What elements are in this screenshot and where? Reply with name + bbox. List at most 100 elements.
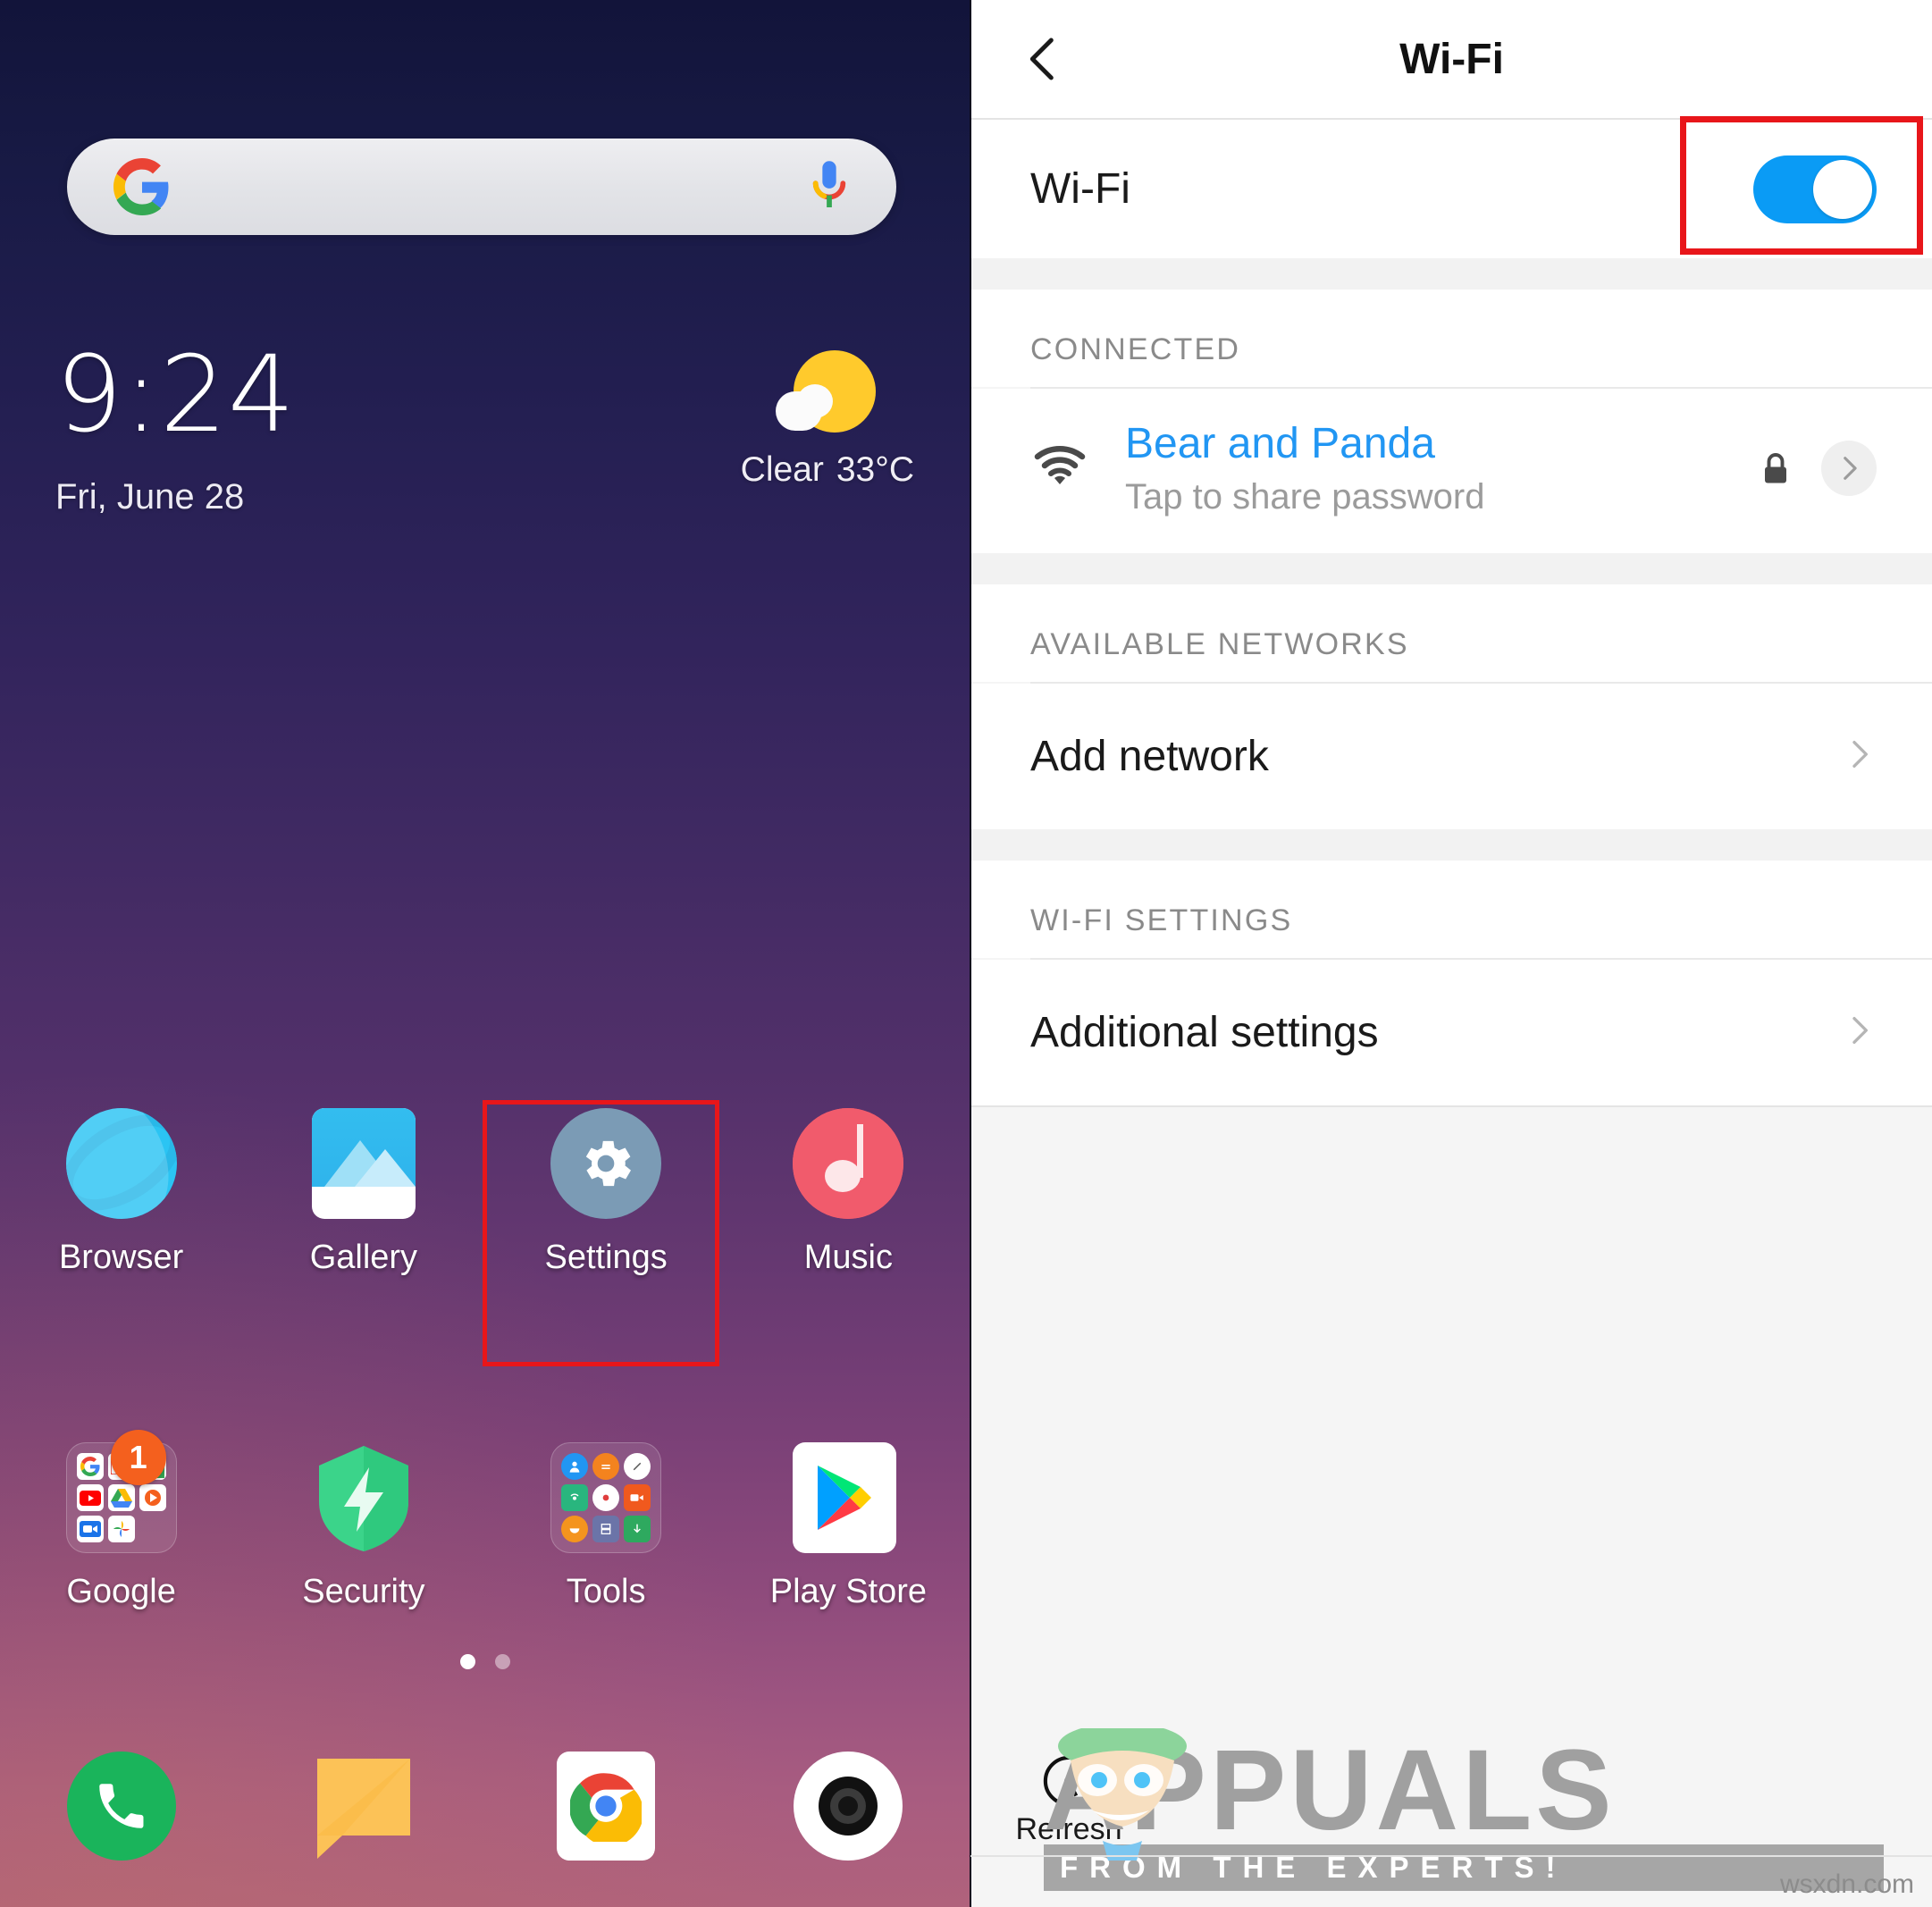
page-indicator: [0, 1654, 970, 1669]
wifi-signal-icon: [1030, 445, 1089, 491]
app-grid: Browser Gallery Settings Music 1 Google …: [0, 1108, 970, 1611]
mini-dual-apps-icon: [592, 1516, 620, 1542]
chevron-right-icon: [1841, 736, 1877, 777]
weather-text: Clear 33°C: [741, 450, 914, 490]
sun-behind-cloud-icon: [774, 345, 881, 443]
mini-google-icon: [76, 1453, 104, 1480]
google-search-bar[interactable]: [67, 139, 896, 235]
wifi-header: Wi-Fi: [971, 0, 1932, 118]
phone-icon: [66, 1752, 176, 1861]
connected-section-label: CONNECTED: [971, 290, 1932, 387]
weather-condition: Clear: [740, 450, 824, 489]
weather-temperature: 33°C: [836, 450, 914, 489]
dock-messages[interactable]: [242, 1752, 484, 1861]
add-network-label: Add network: [1030, 733, 1269, 781]
app-label: Settings: [544, 1239, 668, 1276]
app-security[interactable]: Security: [242, 1442, 484, 1611]
source-watermark: wsxdn.com: [1779, 1869, 1914, 1899]
tools-folder-icon: [550, 1442, 662, 1553]
mini-photos-icon: [107, 1516, 135, 1542]
app-label: Google: [66, 1573, 176, 1610]
chrome-icon: [557, 1752, 656, 1861]
additional-settings-row[interactable]: Additional settings: [971, 960, 1932, 1106]
app-settings[interactable]: Settings: [485, 1108, 727, 1277]
section-gap: [971, 829, 1932, 861]
page-title: Wi-Fi: [1399, 35, 1504, 83]
mini-recorder-icon: [592, 1484, 620, 1511]
network-details-button[interactable]: [1821, 441, 1877, 497]
microphone-icon[interactable]: [809, 159, 850, 214]
mini-drive-icon: [107, 1484, 135, 1511]
refresh-label: Refresh: [1015, 1812, 1122, 1846]
wifi-toggle-label: Wi-Fi: [1030, 165, 1130, 213]
mini-duo-icon: [76, 1516, 104, 1542]
mini-youtube-icon: [76, 1484, 104, 1511]
mini-play-music-icon: [139, 1484, 166, 1511]
connected-network-status: Tap to share password: [1125, 477, 1485, 517]
available-section-label: AVAILABLE NETWORKS: [971, 584, 1932, 683]
google-g-icon: [113, 158, 171, 215]
section-gap: [971, 258, 1932, 290]
play-store-icon: [793, 1442, 903, 1553]
app-play-store[interactable]: Play Store: [727, 1442, 970, 1611]
add-network-row[interactable]: Add network: [971, 684, 1932, 830]
app-google-folder[interactable]: 1 Google: [0, 1430, 242, 1611]
weather-widget[interactable]: Clear 33°C: [741, 345, 914, 490]
refresh-icon: [1039, 1752, 1098, 1810]
app-label: Tools: [566, 1573, 646, 1610]
app-gallery[interactable]: Gallery: [242, 1108, 484, 1277]
music-note-icon: [793, 1108, 904, 1219]
app-label: Security: [302, 1573, 425, 1610]
dock-chrome[interactable]: [485, 1752, 727, 1861]
connected-network-name: Bear and Panda: [1125, 420, 1435, 467]
wifi-settings-section-label: WI-FI SETTINGS: [971, 861, 1932, 959]
camera-icon: [794, 1752, 903, 1861]
android-home-screen: 9:24 Fri, June 28 Clear 33°C Browser Gal…: [0, 0, 970, 1907]
page-dot-1[interactable]: [459, 1654, 475, 1669]
app-label: Gallery: [309, 1239, 418, 1276]
app-row-1: Browser Gallery Settings Music: [0, 1108, 970, 1277]
security-shield-icon: [308, 1442, 419, 1553]
dock-phone[interactable]: [0, 1752, 242, 1861]
toggle-knob: [1813, 159, 1872, 219]
dock-camera[interactable]: [727, 1752, 970, 1861]
connected-network-row[interactable]: Bear and Panda Tap to share password: [971, 389, 1932, 554]
chevron-left-icon[interactable]: [1018, 34, 1068, 84]
settings-gear-icon: [550, 1108, 662, 1219]
app-browser[interactable]: Browser: [0, 1108, 242, 1277]
mini-empty-slot: [139, 1516, 166, 1542]
wifi-toggle-switch[interactable]: [1753, 155, 1877, 223]
app-row-2: 1 Google Security Tools Play Store: [0, 1430, 970, 1611]
app-music[interactable]: Music: [727, 1108, 970, 1277]
messages-icon: [312, 1753, 416, 1859]
clock-widget[interactable]: 9:24 Fri, June 28: [55, 341, 296, 517]
app-label: Browser: [58, 1239, 184, 1276]
mini-calculator-icon: [592, 1453, 620, 1480]
app-tools-folder[interactable]: Tools: [485, 1442, 727, 1611]
connected-network-text: Bear and Panda Tap to share password: [1125, 419, 1762, 517]
page-dot-2[interactable]: [494, 1654, 510, 1669]
dock: [0, 1752, 970, 1861]
additional-settings-label: Additional settings: [1030, 1009, 1379, 1057]
mini-mi-remote-icon: [561, 1484, 589, 1511]
screenshot-root: 9:24 Fri, June 28 Clear 33°C Browser Gal…: [0, 0, 1932, 1907]
wifi-settings-screen: Wi-Fi Wi-Fi CONNECTED Bear and Panda Tap…: [970, 0, 1932, 1907]
mini-compass-icon: [624, 1453, 651, 1480]
wifi-toggle-row[interactable]: Wi-Fi: [971, 120, 1932, 258]
gallery-icon: [308, 1108, 419, 1219]
app-label: Music: [803, 1239, 893, 1276]
clock-date: Fri, June 28: [55, 477, 245, 517]
clock-time: 9:24: [55, 332, 296, 456]
refresh-button[interactable]: Refresh: [1015, 1752, 1122, 1847]
lock-icon: [1762, 452, 1789, 484]
browser-icon: [65, 1108, 177, 1219]
mini-video-icon: [624, 1484, 651, 1511]
app-label: Play Store: [769, 1573, 928, 1610]
mini-download-arrow-icon: [624, 1516, 651, 1542]
list-bottom-divider: [971, 1105, 1932, 1108]
section-gap: [971, 553, 1932, 585]
notification-badge: 1: [110, 1430, 166, 1485]
footer-divider: [970, 1855, 1932, 1857]
google-folder-icon: 1: [65, 1430, 177, 1553]
wallpaper-gradient: [0, 0, 970, 1907]
